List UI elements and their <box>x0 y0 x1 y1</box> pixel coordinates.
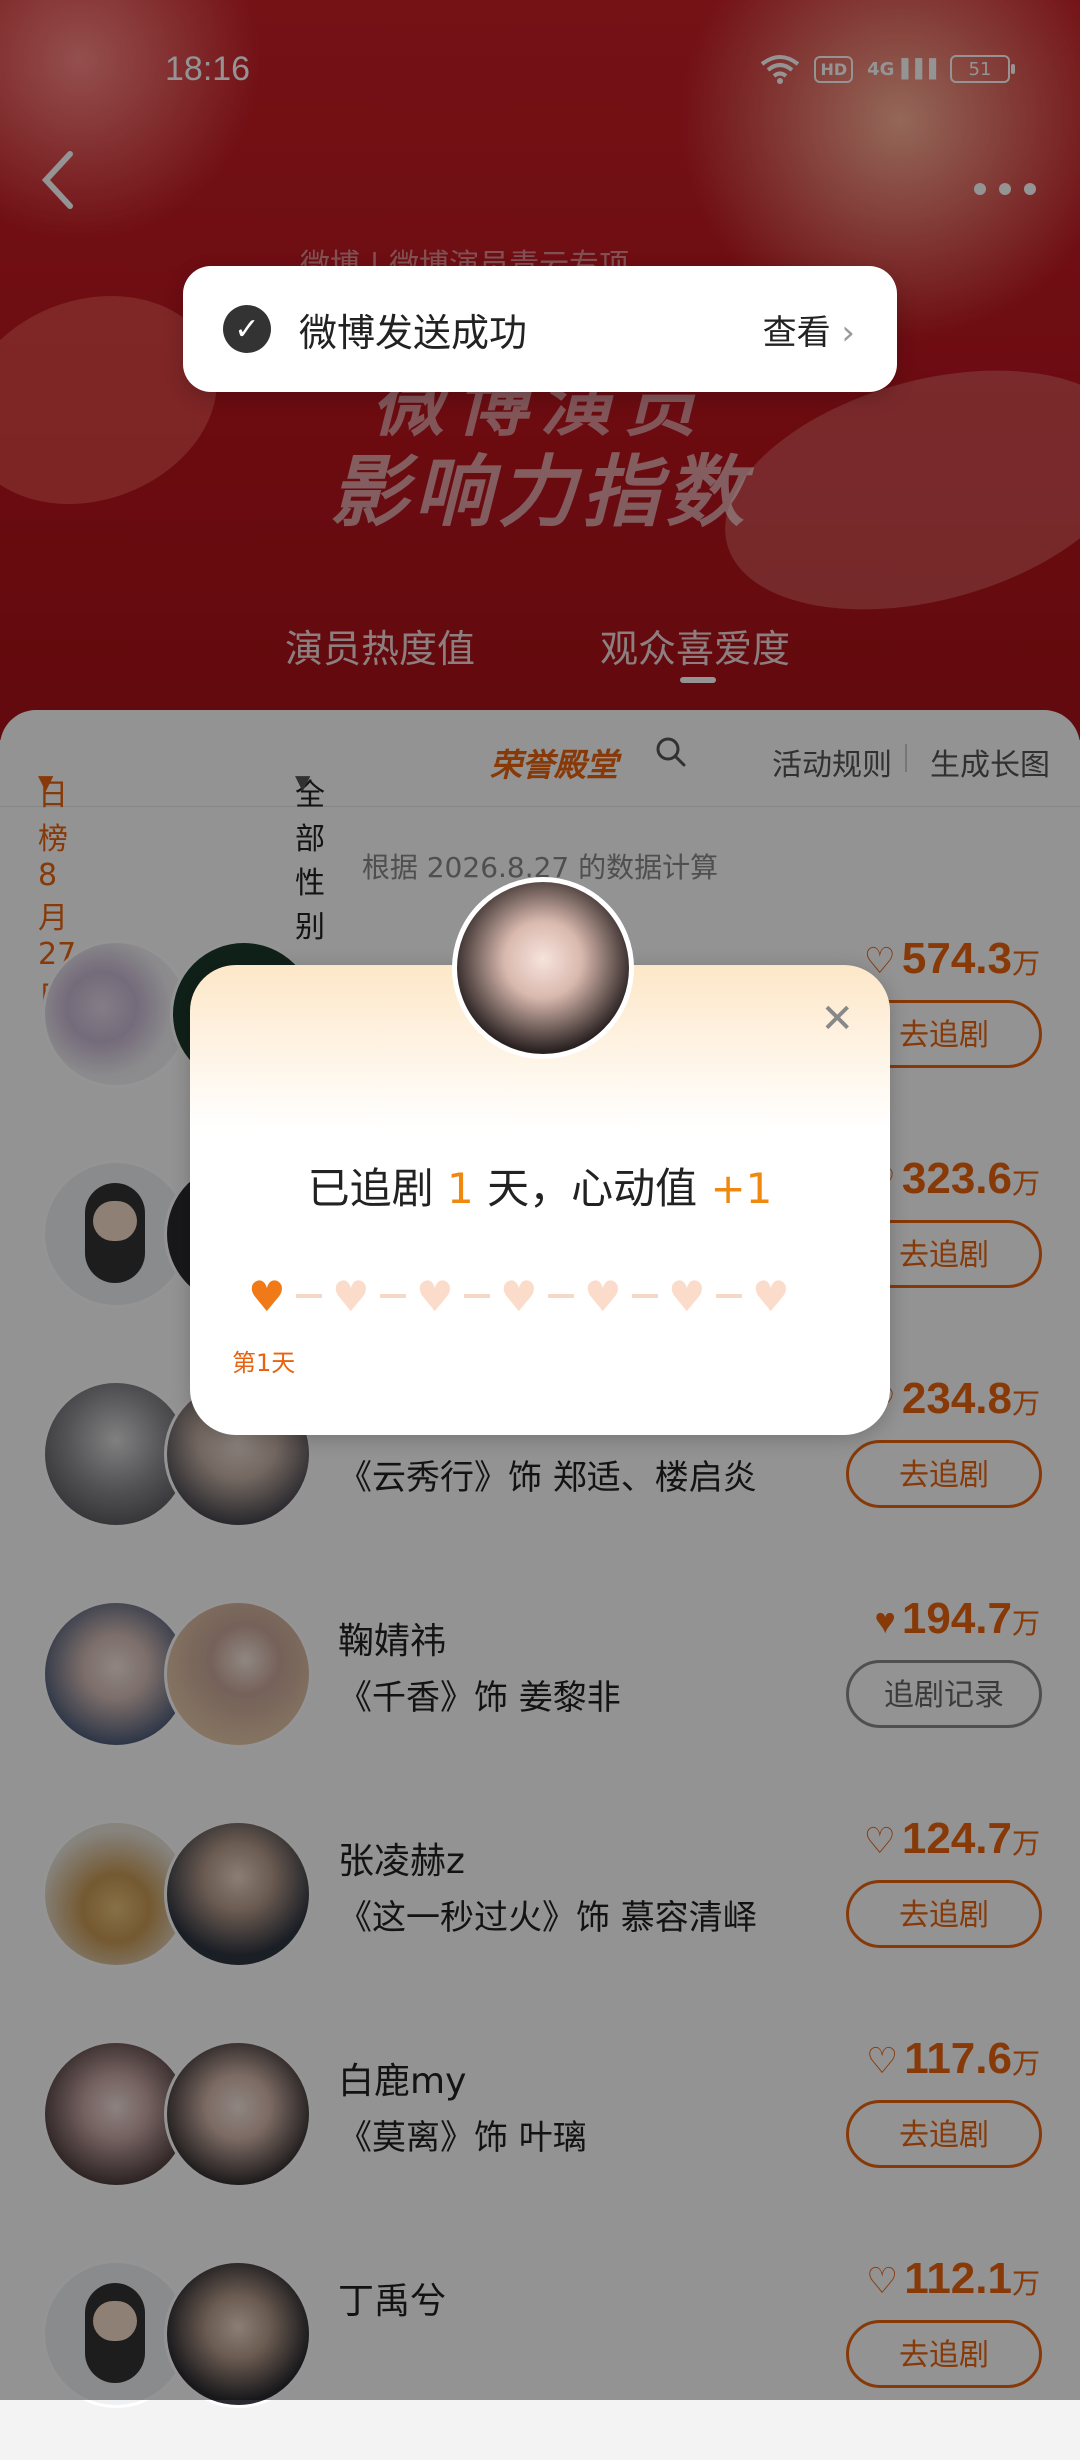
heart-filled-icon: ♥ <box>248 1271 286 1321</box>
heart-empty-icon: ♥ <box>500 1271 538 1321</box>
close-icon[interactable]: ✕ <box>820 999 854 1039</box>
streak-popup: ✕ 已追剧 1 天，心动值 +1 ♥ ♥ ♥ ♥ ♥ ♥ ♥ 第1天 <box>190 877 890 1435</box>
streak-connector <box>548 1294 574 1298</box>
toast-message: 微博发送成功 <box>299 310 528 355</box>
day-label: 第1天 <box>232 1349 296 1377</box>
streak-message: 已追剧 1 天，心动值 +1 <box>190 1155 890 1216</box>
toast-view-label: 查看 <box>762 312 831 353</box>
toast-success: ✓ 微博发送成功 查看 › <box>183 266 897 392</box>
streak-connector <box>296 1294 322 1298</box>
check-icon: ✓ <box>223 305 271 353</box>
streak-connector <box>716 1294 742 1298</box>
heart-empty-icon: ♥ <box>416 1271 454 1321</box>
toast-view-link[interactable]: 查看 › <box>763 305 855 354</box>
streak-hearts: ♥ ♥ ♥ ♥ ♥ ♥ ♥ <box>244 1271 794 1321</box>
streak-days: 1 <box>447 1164 474 1213</box>
heart-bonus: +1 <box>710 1164 773 1213</box>
heart-empty-icon: ♥ <box>668 1271 706 1321</box>
streak-middle: 天，心动值 <box>473 1164 711 1213</box>
streak-connector <box>464 1294 490 1298</box>
chevron-right-icon: › <box>841 312 855 353</box>
heart-empty-icon: ♥ <box>752 1271 790 1321</box>
avatar <box>452 877 634 1059</box>
heart-empty-icon: ♥ <box>332 1271 370 1321</box>
streak-connector <box>380 1294 406 1298</box>
heart-empty-icon: ♥ <box>584 1271 622 1321</box>
streak-connector <box>632 1294 658 1298</box>
streak-prefix: 已追剧 <box>307 1164 447 1213</box>
